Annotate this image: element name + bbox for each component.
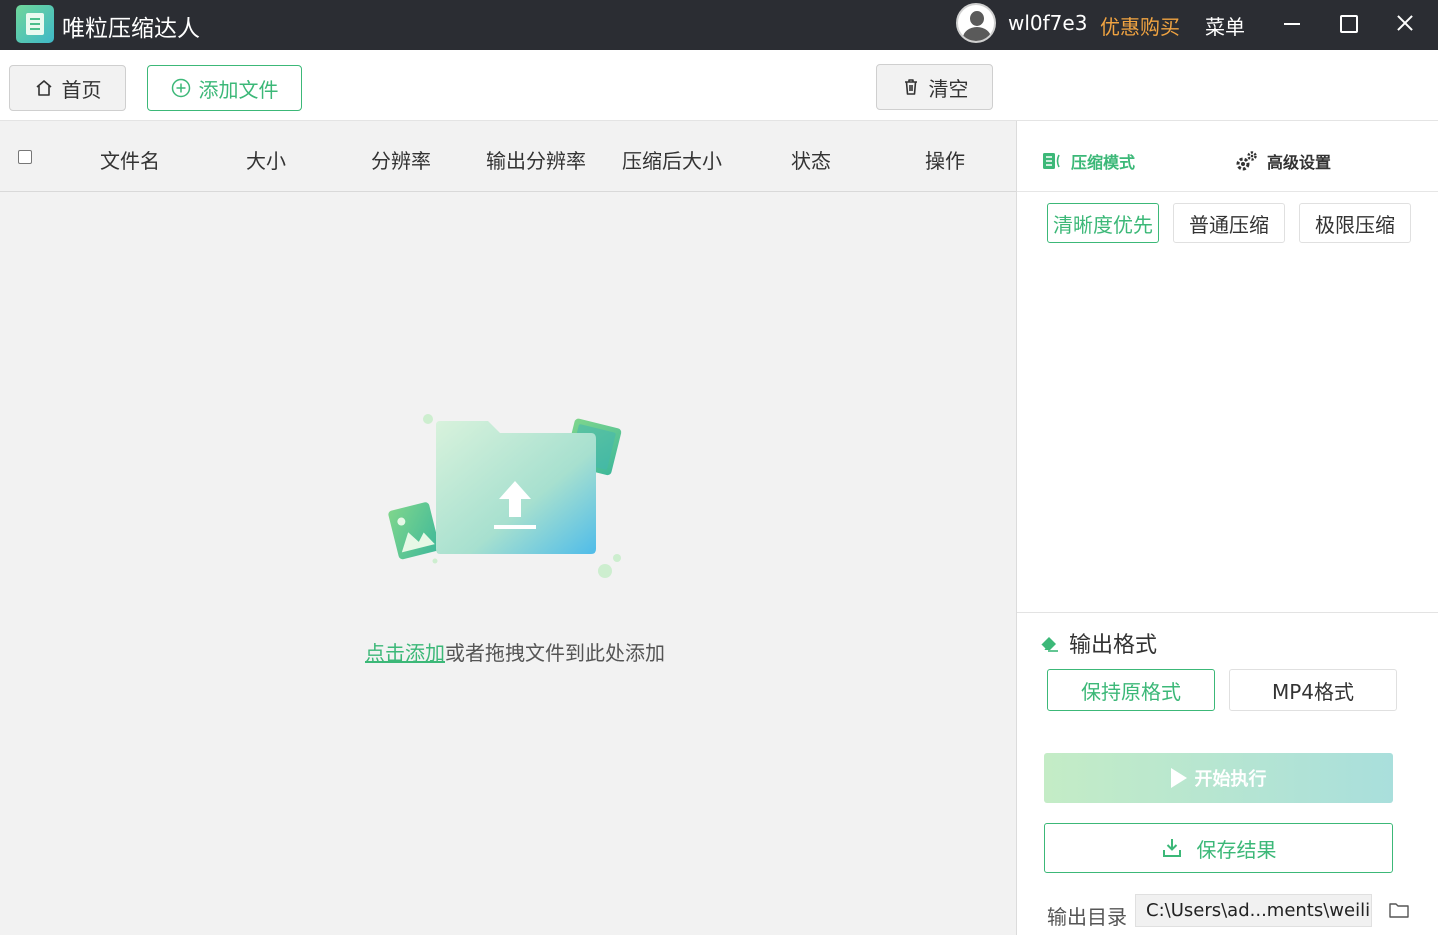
file-list-area[interactable]: 文件名 大小 分辨率 输出分辨率 压缩后大小 状态 操作 点击添加或者拖拽文件到… bbox=[0, 121, 1016, 935]
settings-tabs: 压缩模式 高级设置 bbox=[1017, 121, 1438, 192]
trash-icon bbox=[901, 77, 921, 97]
tab-compression-mode[interactable]: 压缩模式 bbox=[1041, 149, 1135, 173]
clear-button[interactable]: 清空 bbox=[876, 64, 993, 110]
output-directory-field[interactable]: C:\Users\ad...ments\weili bbox=[1135, 894, 1372, 927]
play-icon bbox=[1170, 768, 1187, 788]
empty-state-hint: 点击添加或者拖拽文件到此处添加 bbox=[365, 637, 665, 666]
compression-mode-icon bbox=[1043, 153, 1060, 169]
username[interactable]: wl0f7e3 bbox=[1008, 11, 1087, 35]
mode-normal-compression-button[interactable]: 普通压缩 bbox=[1173, 203, 1285, 243]
column-header-resolution: 分辨率 bbox=[371, 149, 431, 173]
settings-panel: 压缩模式 高级设置 清晰度优先 普通压缩 极限压缩 输出格式 保持原格式 MP4… bbox=[1016, 121, 1438, 935]
plus-circle-icon bbox=[171, 78, 191, 98]
app-title: 唯粒压缩达人 bbox=[62, 16, 200, 42]
output-directory-label: 输出目录 bbox=[1047, 905, 1127, 929]
home-button[interactable]: 首页 bbox=[9, 65, 126, 111]
mode-extreme-compression-button[interactable]: 极限压缩 bbox=[1299, 203, 1411, 243]
tab-advanced-settings-label: 高级设置 bbox=[1267, 153, 1332, 172]
mode-clarity-priority-button[interactable]: 清晰度优先 bbox=[1047, 203, 1159, 243]
column-header-output-resolution: 输出分辨率 bbox=[486, 149, 586, 173]
select-all-checkbox[interactable] bbox=[18, 150, 32, 164]
add-file-button[interactable]: 添加文件 bbox=[147, 65, 302, 111]
home-icon bbox=[34, 78, 54, 98]
add-file-label: 添加文件 bbox=[198, 77, 279, 102]
title-bar: 唯粒压缩达人 wl0f7e3 优惠购买 菜单 bbox=[0, 0, 1438, 50]
avatar[interactable] bbox=[956, 3, 996, 43]
promo-purchase-link[interactable]: 优惠购买 bbox=[1100, 11, 1180, 40]
column-header-filename: 文件名 bbox=[100, 149, 160, 173]
output-format-title: 输出格式 bbox=[1069, 633, 1158, 658]
toolbar: 首页 添加文件 清空 bbox=[0, 50, 1438, 121]
table-header: 文件名 大小 分辨率 输出分辨率 压缩后大小 状态 操作 bbox=[0, 121, 1016, 192]
folder-icon[interactable] bbox=[1389, 902, 1409, 918]
clear-label: 清空 bbox=[928, 76, 969, 101]
divider bbox=[1017, 612, 1438, 613]
menu-button[interactable]: 菜单 bbox=[1205, 11, 1245, 40]
download-icon bbox=[1162, 839, 1181, 857]
gears-icon bbox=[1236, 151, 1257, 171]
column-header-status: 状态 bbox=[791, 149, 831, 173]
start-button[interactable]: 开始执行 bbox=[1044, 753, 1393, 803]
close-icon[interactable] bbox=[1385, 4, 1425, 44]
save-result-label: 保存结果 bbox=[1196, 837, 1277, 862]
start-label: 开始执行 bbox=[1194, 769, 1267, 790]
output-format-heading: 输出格式 bbox=[1039, 627, 1157, 659]
column-header-size: 大小 bbox=[246, 149, 286, 173]
save-result-button[interactable]: 保存结果 bbox=[1044, 823, 1393, 873]
click-to-add-link[interactable]: 点击添加 bbox=[365, 641, 445, 665]
column-header-compressed-size: 压缩后大小 bbox=[622, 149, 722, 173]
format-keep-original-button[interactable]: 保持原格式 bbox=[1047, 669, 1215, 711]
column-header-actions: 操作 bbox=[925, 149, 965, 173]
drag-hint-text: 或者拖拽文件到此处添加 bbox=[445, 641, 665, 665]
minimize-icon[interactable] bbox=[1272, 4, 1312, 44]
upload-folder-illustration[interactable] bbox=[388, 411, 623, 581]
home-label: 首页 bbox=[61, 77, 102, 102]
format-mp4-button[interactable]: MP4格式 bbox=[1229, 669, 1397, 711]
eraser-icon bbox=[1040, 637, 1058, 652]
tab-compression-mode-label: 压缩模式 bbox=[1071, 153, 1136, 172]
app-logo-icon bbox=[16, 5, 54, 43]
maximize-icon[interactable] bbox=[1328, 4, 1368, 44]
tab-advanced-settings[interactable]: 高级设置 bbox=[1235, 149, 1331, 173]
